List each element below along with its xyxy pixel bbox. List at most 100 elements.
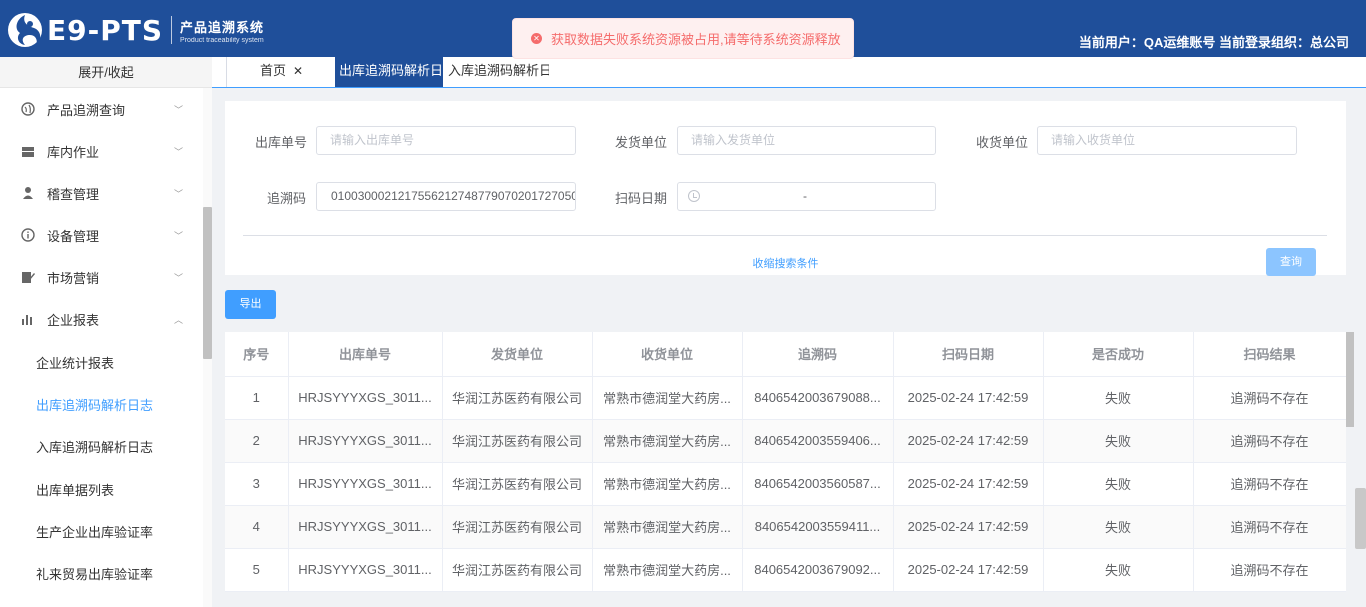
col-header-receiver: 收货单位	[592, 332, 743, 377]
chevron-down-icon: ﹀	[173, 189, 183, 199]
user-icon	[21, 186, 35, 200]
menu-marketing[interactable]: 市场营销 ﹀	[0, 256, 203, 298]
edit-icon	[21, 270, 35, 284]
org-name[interactable]: 总公司	[1310, 35, 1349, 50]
order-no-input[interactable]: 请输入出库单号	[316, 126, 576, 155]
info-icon	[21, 228, 35, 242]
submenu-lilly-verify-rate[interactable]: 礼来贸易出库验证率	[0, 552, 203, 594]
cell-index: 4	[225, 505, 289, 549]
cell-receiver: 常熟市德润堂大药房...	[592, 462, 743, 506]
menu-enterprise-report[interactable]: 企业报表 ︿	[0, 298, 203, 340]
cell-trace-code: 8406542003559406...	[742, 419, 894, 463]
submenu-outbound-orders[interactable]: 出库单据列表	[0, 468, 203, 510]
tab-home-label: 首页	[260, 63, 287, 78]
search-panel: 出库单号 请输入出库单号 发货单位 请输入发货单位 收货单位 请输入收货单位 追…	[225, 101, 1346, 276]
cell-success: 失败	[1043, 548, 1194, 592]
cell-scan-result: 追溯码不存在	[1193, 376, 1346, 420]
menu-label: 产品追溯查询	[47, 102, 126, 118]
sender-label: 发货单位	[615, 135, 668, 150]
col-header-scan-date: 扫码日期	[893, 332, 1044, 377]
logo-subtitle: 产品追溯系统 Product traceability system	[180, 17, 264, 44]
trace-code-input[interactable]: 0100300021217556212748779070201727050	[316, 182, 576, 211]
cell-sender: 华润江苏医药有限公司	[442, 462, 593, 506]
col-header-index: 序号	[225, 332, 289, 377]
cell-order-no: HRJSYYYXGS_3011...	[288, 462, 443, 506]
user-name[interactable]: QA运维账号	[1144, 35, 1216, 50]
panel-divider	[243, 235, 1327, 236]
cell-scan-date: 2025-02-24 17:42:59	[893, 462, 1044, 506]
cell-index: 1	[225, 376, 289, 420]
scan-date-range-picker[interactable]: -	[677, 182, 936, 211]
tab-home[interactable]: 首页 ✕	[226, 57, 332, 87]
cell-order-no: HRJSYYYXGS_3011...	[288, 419, 443, 463]
logo-divider	[171, 16, 173, 44]
sidebar: 展开/收起 产品追溯查询 ﹀ 库内作业 ﹀ 稽查管理 ﹀ 设备管理 ﹀ 市场营销…	[0, 57, 212, 607]
results-table: 序号 出库单号 发货单位 收货单位 追溯码 扫码日期 是否成功 扫码结果 1 H…	[225, 332, 1346, 592]
export-button[interactable]: 导出	[225, 290, 276, 319]
col-header-sender: 发货单位	[442, 332, 593, 377]
menu-device[interactable]: 设备管理 ﹀	[0, 214, 203, 256]
trace-code-label: 追溯码	[267, 191, 307, 206]
submenu-outbound-log[interactable]: 出库追溯码解析日志	[0, 383, 203, 425]
table-row[interactable]: 2 HRJSYYYXGS_3011... 华润江苏医药有限公司 常熟市德润堂大药…	[225, 419, 1346, 463]
page-scrollbar-thumb[interactable]	[1355, 488, 1366, 549]
menu-inspection[interactable]: 稽查管理 ﹀	[0, 172, 203, 214]
cell-success: 失败	[1043, 462, 1194, 506]
tab-inbound-log[interactable]: 入库追溯码解析日志	[445, 57, 549, 87]
globe-icon	[21, 102, 35, 116]
cell-receiver: 常熟市德润堂大药房...	[592, 419, 743, 463]
cell-success: 失败	[1043, 419, 1194, 463]
table-row[interactable]: 1 HRJSYYYXGS_3011... 华润江苏医药有限公司 常熟市德润堂大药…	[225, 376, 1346, 420]
collapse-search-link[interactable]: 收缩搜索条件	[225, 255, 1346, 271]
receiver-label: 收货单位	[976, 135, 1029, 150]
col-header-scan-result: 扫码结果	[1193, 332, 1346, 377]
toast-message: 获取数据失败系统资源被占用,请等待系统资源释放	[551, 32, 841, 47]
chevron-down-icon: ﹀	[173, 273, 183, 283]
app-logo[interactable]: E9-PTS 产品追溯系统 Product traceability syste…	[6, 11, 264, 49]
submenu-enterprise-stats[interactable]: 企业统计报表	[0, 341, 203, 383]
cell-index: 3	[225, 462, 289, 506]
cell-sender: 华润江苏医药有限公司	[442, 505, 593, 549]
cell-index: 2	[225, 419, 289, 463]
order-no-label: 出库单号	[255, 135, 308, 150]
cell-scan-date: 2025-02-24 17:42:59	[893, 376, 1044, 420]
submenu-inbound-log[interactable]: 入库追溯码解析日志	[0, 425, 203, 467]
chevron-up-icon: ︿	[173, 315, 183, 325]
tab-outbound-log[interactable]: 出库追溯码解析日志	[335, 57, 443, 87]
query-button[interactable]: 查询	[1266, 248, 1316, 276]
sidebar-collapse-toggle[interactable]: 展开/收起	[0, 57, 212, 88]
sender-input[interactable]: 请输入发货单位	[677, 126, 936, 155]
table-header-row: 序号 出库单号 发货单位 收货单位 追溯码 扫码日期 是否成功 扫码结果	[225, 332, 1346, 377]
table-scrollbar-thumb[interactable]	[1346, 332, 1354, 427]
logo-subtitle-en: Product traceability system	[180, 36, 264, 44]
cell-sender: 华润江苏医药有限公司	[442, 419, 593, 463]
cell-success: 失败	[1043, 376, 1194, 420]
menu-label: 稽查管理	[47, 186, 100, 202]
table-row[interactable]: 5 HRJSYYYXGS_3011... 华润江苏医药有限公司 常熟市德润堂大药…	[225, 548, 1346, 592]
org-label: 当前登录组织：	[1218, 35, 1310, 50]
cell-trace-code: 8406542003679088...	[742, 376, 894, 420]
cell-trace-code: 8406542003559411...	[742, 505, 894, 549]
cell-scan-result: 追溯码不存在	[1193, 462, 1346, 506]
submenu-producer-verify-rate[interactable]: 生产企业出库验证率	[0, 510, 203, 552]
user-label: 当前用户：	[1078, 35, 1144, 50]
menu-label: 企业报表	[47, 312, 100, 328]
chevron-down-icon: ﹀	[173, 147, 183, 157]
menu-label: 库内作业	[47, 144, 100, 160]
clock-icon	[688, 190, 700, 202]
close-icon[interactable]: ✕	[293, 64, 303, 78]
cell-sender: 华润江苏医药有限公司	[442, 376, 593, 420]
receiver-input[interactable]: 请输入收货单位	[1037, 126, 1297, 155]
col-header-trace-code: 追溯码	[742, 332, 894, 377]
menu-warehouse-ops[interactable]: 库内作业 ﹀	[0, 130, 203, 172]
sidebar-scrollbar-thumb[interactable]	[203, 207, 212, 359]
chevron-down-icon: ﹀	[173, 231, 183, 241]
cell-receiver: 常熟市德润堂大药房...	[592, 548, 743, 592]
table-row[interactable]: 3 HRJSYYYXGS_3011... 华润江苏医药有限公司 常熟市德润堂大药…	[225, 462, 1346, 506]
table-row[interactable]: 4 HRJSYYYXGS_3011... 华润江苏医药有限公司 常熟市德润堂大药…	[225, 505, 1346, 549]
error-circle-icon: ✕	[531, 33, 542, 44]
cell-receiver: 常熟市德润堂大药房...	[592, 376, 743, 420]
user-info: 当前用户：QA运维账号 当前登录组织：总公司	[1079, 32, 1349, 51]
col-header-order-no: 出库单号	[288, 332, 443, 377]
menu-product-trace[interactable]: 产品追溯查询 ﹀	[0, 88, 203, 130]
